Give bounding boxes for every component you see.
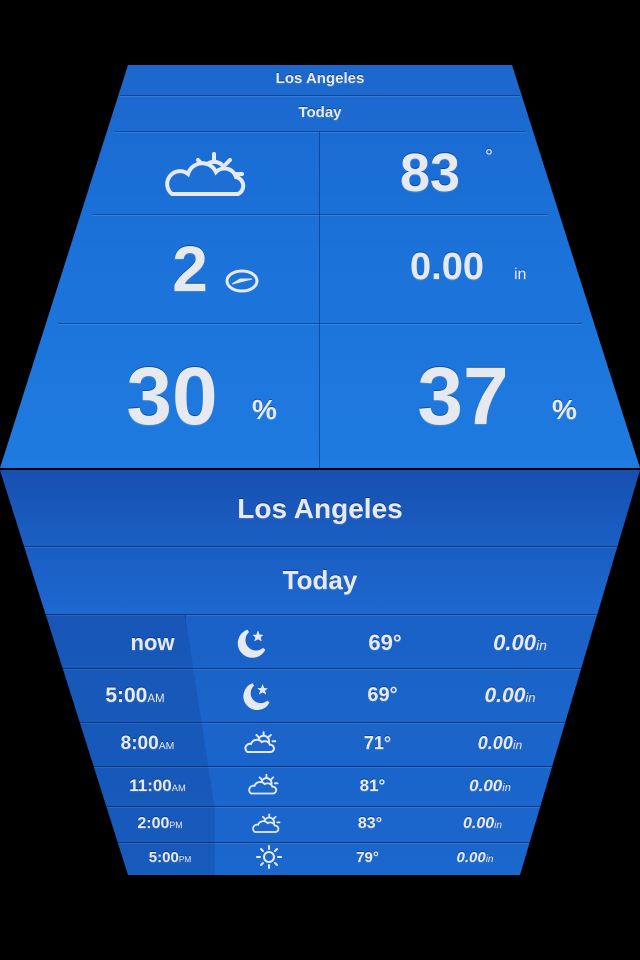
partly-cloudy-sun-icon	[242, 729, 278, 757]
wind-direction-icon	[224, 268, 260, 294]
forecast-time-value: 5:00	[105, 684, 148, 707]
partly-cloudy-sun-icon	[246, 772, 280, 798]
forecast-precip-value: 0.00	[469, 776, 503, 795]
sun-icon	[254, 845, 284, 869]
forecast-precip-unit: in	[525, 690, 536, 705]
forecast-precipitation: 0.00in	[435, 815, 530, 833]
forecast-precip-unit: in	[502, 782, 511, 794]
partly-cloudy-sun-icon	[250, 811, 282, 837]
forecast-precip-unit: in	[494, 820, 502, 831]
top-wind-speed: 2	[172, 233, 208, 305]
top-temperature-value: 83	[399, 143, 461, 203]
forecast-time-value: 11:00	[129, 776, 172, 795]
forecast-precip-unit: in	[512, 738, 523, 752]
forecast-precip-value: 0.00	[477, 733, 513, 753]
forecast-temperature: 71°	[363, 733, 392, 753]
forecast-ampm: PM	[169, 820, 183, 830]
forecast-precipitation: 0.00in	[450, 733, 550, 754]
forecast-temperature: 81°	[359, 776, 386, 795]
forecast-temperature: 79°	[356, 849, 379, 866]
forecast-precipitation: 0.00in	[430, 849, 520, 866]
forecast-ampm: AM	[158, 741, 175, 752]
top-period-label: Today	[298, 104, 342, 121]
top-city-title: Los Angeles	[275, 70, 365, 87]
forecast-time: 11:00AM	[100, 776, 215, 796]
top-chance-value: 37	[417, 351, 509, 442]
forecast-time: 5:00AM	[75, 684, 195, 708]
forecast-time: 2:00PM	[110, 815, 210, 833]
forecast-precip-unit: in	[535, 637, 547, 653]
forecast-ampm: AM	[171, 783, 186, 793]
top-chance-unit: %	[552, 394, 577, 425]
top-temperature-degree: °	[485, 146, 493, 168]
forecast-precip-value: 0.00	[456, 849, 486, 866]
front-period-label: Today	[282, 565, 358, 595]
forecast-time-value: now	[130, 630, 175, 655]
forecast-time: now	[60, 630, 245, 656]
forecast-time: 8:00AM	[90, 733, 205, 755]
front-city-title: Los Angeles	[237, 493, 403, 524]
top-humidity-value: 30	[126, 351, 218, 442]
forecast-temperature: 69°	[367, 684, 398, 706]
forecast-precip-unit: in	[485, 854, 494, 865]
forecast-time-value: 2:00	[137, 815, 170, 832]
moon-stars-icon	[236, 680, 274, 712]
moon-stars-icon	[230, 626, 270, 660]
top-precip-unit: in	[514, 266, 527, 283]
forecast-precipitation: 0.00in	[470, 630, 570, 656]
forecast-precipitation: 0.00in	[440, 776, 540, 796]
top-precip-amount: 0.00	[410, 246, 484, 288]
forecast-time-value: 8:00	[120, 733, 159, 754]
forecast-precip-value: 0.00	[493, 630, 536, 655]
cube-front-face	[0, 470, 640, 875]
forecast-temperature: 69°	[368, 630, 402, 655]
forecast-ampm: PM	[178, 855, 192, 864]
top-humidity-unit: %	[252, 394, 277, 425]
forecast-time-value: 5:00	[148, 849, 179, 866]
forecast-precip-value: 0.00	[484, 684, 526, 707]
forecast-precipitation: 0.00in	[460, 684, 560, 708]
forecast-ampm: AM	[147, 693, 165, 705]
forecast-temperature: 83°	[357, 815, 383, 832]
forecast-time: 5:00PM	[120, 849, 220, 866]
partly-cloudy-sun-icon	[158, 150, 254, 200]
forecast-precip-value: 0.00	[463, 815, 495, 832]
